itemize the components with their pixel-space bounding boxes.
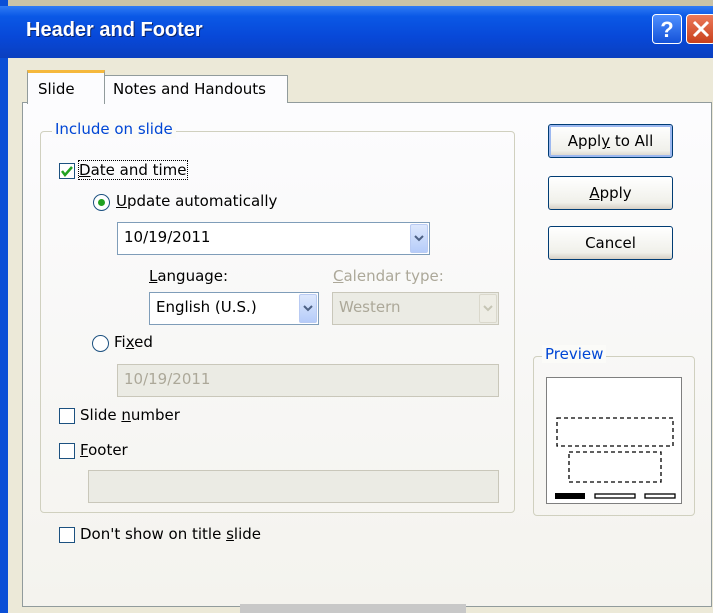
- calendar-type-label: Calendar type:: [333, 267, 444, 285]
- help-button[interactable]: ?: [652, 14, 682, 44]
- chevron-down-icon: [479, 294, 497, 323]
- cancel-button[interactable]: Cancel: [548, 226, 673, 260]
- tab-notes-label: Notes and Handouts: [113, 80, 266, 98]
- chevron-down-icon[interactable]: [410, 224, 428, 253]
- window-title: Header and Footer: [26, 19, 203, 41]
- tab-slide[interactable]: Slide: [27, 70, 105, 104]
- date-time-label[interactable]: Date and time: [78, 160, 188, 180]
- apply-button[interactable]: Apply: [548, 176, 673, 210]
- fixed-radio[interactable]: [92, 335, 109, 352]
- date-format-dropdown[interactable]: 10/19/2011: [117, 222, 430, 255]
- tab-notes-and-handouts[interactable]: Notes and Handouts: [104, 75, 288, 103]
- background-window-strip-bottom: [240, 604, 466, 613]
- preview-layout-graphic: [555, 417, 676, 499]
- slide-number-checkbox[interactable]: [59, 408, 75, 424]
- language-dropdown[interactable]: English (U.S.): [149, 292, 319, 325]
- footer-checkbox[interactable]: [59, 443, 75, 459]
- window-frame-left: [0, 0, 8, 613]
- footer-text-field[interactable]: [88, 470, 499, 503]
- fixed-date-field[interactable]: 10/19/2011: [117, 364, 499, 397]
- include-on-slide-legend: Include on slide: [52, 120, 176, 138]
- fixed-date-value: 10/19/2011: [124, 370, 211, 388]
- question-mark-icon: ?: [660, 17, 674, 42]
- date-format-value: 10/19/2011: [124, 228, 211, 246]
- calendar-type-value: Western: [339, 298, 401, 316]
- footer-label[interactable]: Footer: [80, 441, 128, 459]
- dont-show-on-title-slide-checkbox[interactable]: [59, 527, 75, 543]
- preview-slide-thumbnail: [546, 377, 682, 504]
- update-automatically-label[interactable]: Update automatically: [116, 192, 277, 210]
- date-time-checkbox[interactable]: [59, 163, 75, 179]
- close-icon: [692, 20, 710, 38]
- language-value: English (U.S.): [156, 298, 257, 316]
- slide-number-label[interactable]: Slide number: [80, 406, 180, 424]
- update-automatically-radio[interactable]: [93, 194, 110, 211]
- chevron-down-icon[interactable]: [299, 294, 317, 323]
- language-label: Language:: [149, 267, 229, 285]
- dont-show-on-title-slide-label[interactable]: Don't show on title slide: [80, 525, 261, 543]
- close-button[interactable]: [686, 14, 713, 44]
- fixed-label[interactable]: Fixed: [114, 333, 153, 351]
- preview-legend: Preview: [542, 345, 607, 363]
- tab-slide-label: Slide: [38, 80, 75, 98]
- apply-to-all-button[interactable]: Apply to All: [548, 124, 673, 158]
- checkmark-icon: [61, 166, 73, 177]
- calendar-type-dropdown[interactable]: Western: [332, 292, 499, 325]
